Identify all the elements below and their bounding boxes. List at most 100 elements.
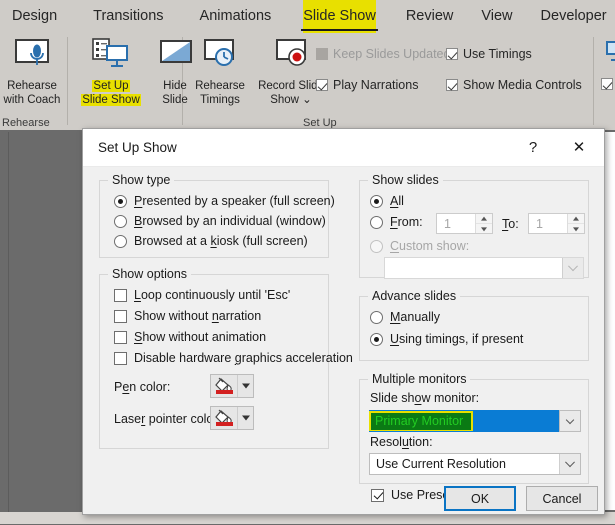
radio-label: Presented by a speaker (full screen)	[134, 194, 335, 208]
ribbon-button-label-2: Show ⌄	[270, 94, 312, 106]
monitor-highlight: Primary Monitor	[369, 411, 474, 431]
chevron-down-icon[interactable]	[562, 258, 583, 278]
ribbon-button-label: Set Up	[92, 80, 130, 92]
custom-show-dropdown[interactable]	[384, 257, 584, 279]
label-slide-show-monitor: Slide show monitor:	[370, 391, 479, 405]
ribbon-button-label-2: Slide Show	[81, 94, 141, 106]
help-icon[interactable]: ?	[520, 137, 546, 159]
dialog-title: Set Up Show	[98, 140, 177, 155]
chevron-down-icon[interactable]	[238, 375, 253, 397]
ribbon-tab-bar: Design Transitions Animations Slide Show…	[0, 0, 615, 33]
to-slide-spinner[interactable]: 1	[528, 213, 585, 234]
chevron-down-icon[interactable]	[559, 454, 580, 474]
tab-review[interactable]: Review	[406, 0, 454, 33]
laser-pointer-color-picker[interactable]	[210, 406, 254, 430]
tab-design[interactable]: Design	[12, 0, 57, 33]
cancel-label: Cancel	[542, 491, 582, 506]
ribbon-button-rehearse-with-coach[interactable]: Rehearse with Coach	[0, 37, 68, 107]
group-label-advance-slides: Advance slides	[368, 289, 461, 303]
ok-button[interactable]: OK	[444, 486, 516, 511]
label-laser-pointer-color: Laser pointer color:	[114, 412, 221, 426]
radio-from-slides[interactable]: From:	[370, 215, 423, 229]
tab-slide-show[interactable]: Slide Show	[301, 0, 378, 33]
spinner-buttons[interactable]	[475, 214, 492, 233]
ribbon-checkbox-show-media-controls[interactable]: Show Media Controls	[446, 78, 582, 92]
group-label-multiple-monitors: Multiple monitors	[368, 372, 471, 386]
tab-animations[interactable]: Animations	[200, 0, 272, 33]
spinner-down[interactable]	[476, 224, 492, 233]
ok-label: OK	[470, 491, 490, 506]
checkbox-box	[114, 309, 127, 323]
checkbox-label: Use Timings	[463, 47, 532, 61]
checkbox-box	[114, 351, 127, 365]
laser-color-swatch	[211, 407, 238, 429]
group-show-options: Show options Loop continuously until 'Es…	[99, 267, 353, 449]
ribbon-checkbox-clipped[interactable]	[601, 78, 613, 90]
tab-developer[interactable]: Developer	[541, 0, 607, 33]
radio-label: From:	[390, 215, 423, 229]
dialog-title-bar[interactable]: Set Up Show ? ✕	[83, 129, 604, 167]
checkbox-loop-continuously[interactable]: Loop continuously until 'Esc'	[114, 288, 290, 302]
resolution-value: Use Current Resolution	[376, 457, 506, 471]
monitor-dropdown-arrow[interactable]	[559, 410, 581, 432]
ribbon-button-monitor-clipped[interactable]	[602, 39, 615, 69]
radio-advance-manually[interactable]: Manually	[370, 310, 440, 324]
radio-browsed-by-individual[interactable]: Browsed by an individual (window)	[114, 214, 326, 228]
label-pen-color: Pen color:	[114, 380, 170, 394]
chevron-down-icon[interactable]	[238, 407, 253, 429]
rehearse-timings-icon	[187, 37, 253, 77]
ribbon-checkbox-play-narrations[interactable]: Play Narrations	[316, 78, 418, 92]
radio-browsed-at-kiosk[interactable]: Browsed at a kiosk (full screen)	[114, 234, 308, 248]
pane-divider[interactable]	[8, 132, 9, 512]
pen-color-picker[interactable]	[210, 374, 254, 398]
spinner-up[interactable]	[476, 214, 492, 224]
group-show-slides: Show slides All From: 1 To: 1 Custom sho…	[359, 173, 589, 279]
radio-label: Using timings, if present	[390, 332, 524, 346]
laser-color-bar	[216, 422, 233, 426]
group-multiple-monitors: Multiple monitors Slide show monitor: Pr…	[359, 372, 589, 484]
checkbox-label: Play Narrations	[333, 78, 419, 92]
radio-all-slides[interactable]: All	[370, 194, 404, 208]
tab-transitions[interactable]: Transitions	[93, 0, 163, 33]
tab-view[interactable]: View	[481, 0, 512, 33]
radio-label: Browsed at a kiosk (full screen)	[134, 234, 308, 248]
spinner-down[interactable]	[568, 224, 584, 233]
ribbon-group-divider-3	[593, 37, 594, 125]
checkbox-box	[446, 48, 458, 60]
checkbox-label: Loop continuously until 'Esc'	[134, 288, 291, 302]
checkbox-disable-hw-accel[interactable]: Disable hardware graphics acceleration	[114, 351, 353, 365]
label-resolution: Resolution:	[370, 435, 433, 449]
spinner-buttons[interactable]	[567, 214, 584, 233]
ribbon-button-label-2: with Coach	[3, 94, 61, 106]
ribbon-button-label: Rehearse	[7, 80, 57, 92]
resolution-dropdown[interactable]: Use Current Resolution	[369, 453, 581, 475]
radio-button	[114, 234, 127, 248]
checkbox-box	[316, 79, 328, 91]
slide-show-monitor-dropdown[interactable]: Primary Monitor	[369, 410, 581, 432]
checkbox-show-without-animation[interactable]: Show without animation	[114, 330, 266, 344]
radio-button	[370, 239, 383, 253]
radio-custom-show[interactable]: Custom show:	[370, 239, 469, 253]
pen-color-label: Pen color:	[114, 380, 171, 394]
ribbon-checkbox-use-timings[interactable]: Use Timings	[446, 47, 532, 61]
cancel-button[interactable]: Cancel	[526, 486, 598, 511]
group-advance-slides: Advance slides Manually Using timings, i…	[359, 289, 589, 361]
radio-label: Custom show:	[390, 239, 470, 253]
checkbox-label: Show Media Controls	[463, 78, 582, 92]
radio-label: Manually	[390, 310, 441, 324]
checkbox-box	[114, 330, 127, 344]
resolution-label: Resolution:	[370, 435, 433, 449]
radio-presented-by-speaker[interactable]: Presented by a speaker (full screen)	[114, 194, 335, 208]
checkbox-box	[601, 78, 613, 90]
radio-advance-using-timings[interactable]: Using timings, if present	[370, 332, 523, 346]
ribbon-button-rehearse-timings[interactable]: Rehearse Timings	[187, 37, 253, 107]
ribbon-button-set-up-slide-show[interactable]: Set Up Slide Show	[73, 37, 149, 107]
checkbox-show-without-narration[interactable]: Show without narration	[114, 309, 261, 323]
ribbon-button-label-2: Timings	[200, 94, 240, 106]
checkbox-label: Show without animation	[134, 330, 267, 344]
spinner-up[interactable]	[568, 214, 584, 224]
radio-button	[370, 194, 383, 208]
ribbon-checkbox-keep-slides-updated[interactable]: Keep Slides Updated	[316, 47, 450, 61]
close-icon[interactable]: ✕	[564, 137, 594, 159]
from-slide-spinner[interactable]: 1	[436, 213, 493, 234]
